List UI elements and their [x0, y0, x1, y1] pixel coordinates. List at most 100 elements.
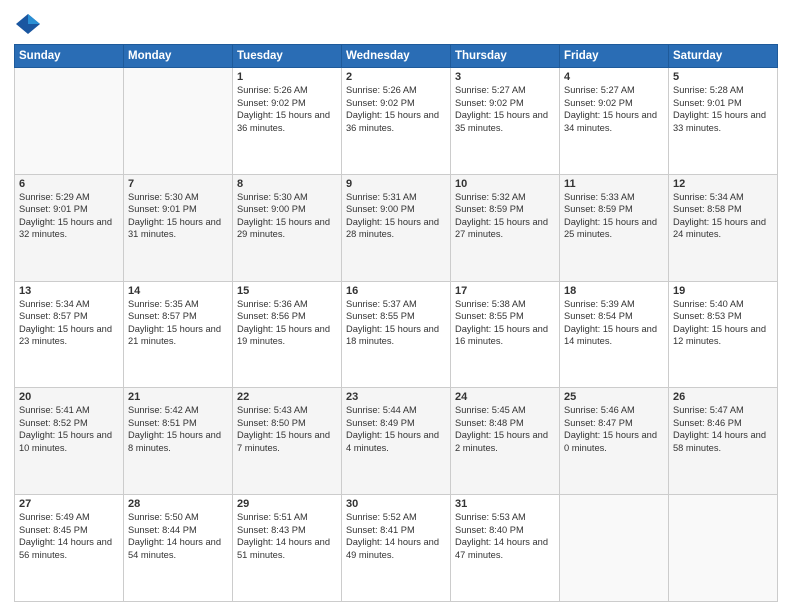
cell-info: Sunrise: 5:49 AMSunset: 8:45 PMDaylight:…: [19, 511, 119, 561]
cell-info: Sunrise: 5:40 AMSunset: 8:53 PMDaylight:…: [673, 298, 773, 348]
cell-info: Sunrise: 5:26 AMSunset: 9:02 PMDaylight:…: [237, 84, 337, 134]
cell-info: Sunrise: 5:34 AMSunset: 8:58 PMDaylight:…: [673, 191, 773, 241]
cell-info: Sunrise: 5:36 AMSunset: 8:56 PMDaylight:…: [237, 298, 337, 348]
cell-info: Sunrise: 5:34 AMSunset: 8:57 PMDaylight:…: [19, 298, 119, 348]
day-number: 3: [455, 71, 555, 83]
day-number: 27: [19, 498, 119, 510]
cell-info: Sunrise: 5:46 AMSunset: 8:47 PMDaylight:…: [564, 404, 664, 454]
calendar-cell: 15Sunrise: 5:36 AMSunset: 8:56 PMDayligh…: [233, 281, 342, 388]
calendar-cell: 20Sunrise: 5:41 AMSunset: 8:52 PMDayligh…: [15, 388, 124, 495]
cell-info: Sunrise: 5:52 AMSunset: 8:41 PMDaylight:…: [346, 511, 446, 561]
day-number: 18: [564, 285, 664, 297]
calendar-cell: 6Sunrise: 5:29 AMSunset: 9:01 PMDaylight…: [15, 174, 124, 281]
calendar-cell: 30Sunrise: 5:52 AMSunset: 8:41 PMDayligh…: [342, 495, 451, 602]
day-number: 14: [128, 285, 228, 297]
cell-info: Sunrise: 5:27 AMSunset: 9:02 PMDaylight:…: [455, 84, 555, 134]
day-number: 16: [346, 285, 446, 297]
day-number: 10: [455, 178, 555, 190]
day-number: 8: [237, 178, 337, 190]
day-number: 9: [346, 178, 446, 190]
day-number: 5: [673, 71, 773, 83]
cell-info: Sunrise: 5:26 AMSunset: 9:02 PMDaylight:…: [346, 84, 446, 134]
cell-info: Sunrise: 5:50 AMSunset: 8:44 PMDaylight:…: [128, 511, 228, 561]
day-number: 17: [455, 285, 555, 297]
page: SundayMondayTuesdayWednesdayThursdayFrid…: [0, 0, 792, 612]
calendar-cell: 25Sunrise: 5:46 AMSunset: 8:47 PMDayligh…: [560, 388, 669, 495]
calendar-week-5: 27Sunrise: 5:49 AMSunset: 8:45 PMDayligh…: [15, 495, 778, 602]
calendar-cell: [560, 495, 669, 602]
cell-info: Sunrise: 5:35 AMSunset: 8:57 PMDaylight:…: [128, 298, 228, 348]
cell-info: Sunrise: 5:51 AMSunset: 8:43 PMDaylight:…: [237, 511, 337, 561]
calendar-cell: 21Sunrise: 5:42 AMSunset: 8:51 PMDayligh…: [124, 388, 233, 495]
day-number: 21: [128, 391, 228, 403]
cell-info: Sunrise: 5:37 AMSunset: 8:55 PMDaylight:…: [346, 298, 446, 348]
calendar-cell: 9Sunrise: 5:31 AMSunset: 9:00 PMDaylight…: [342, 174, 451, 281]
cell-info: Sunrise: 5:33 AMSunset: 8:59 PMDaylight:…: [564, 191, 664, 241]
weekday-header-sunday: Sunday: [15, 45, 124, 68]
cell-info: Sunrise: 5:31 AMSunset: 9:00 PMDaylight:…: [346, 191, 446, 241]
day-number: 23: [346, 391, 446, 403]
day-number: 2: [346, 71, 446, 83]
cell-info: Sunrise: 5:28 AMSunset: 9:01 PMDaylight:…: [673, 84, 773, 134]
calendar-cell: [669, 495, 778, 602]
day-number: 20: [19, 391, 119, 403]
calendar-cell: 18Sunrise: 5:39 AMSunset: 8:54 PMDayligh…: [560, 281, 669, 388]
calendar-cell: 10Sunrise: 5:32 AMSunset: 8:59 PMDayligh…: [451, 174, 560, 281]
cell-info: Sunrise: 5:32 AMSunset: 8:59 PMDaylight:…: [455, 191, 555, 241]
cell-info: Sunrise: 5:47 AMSunset: 8:46 PMDaylight:…: [673, 404, 773, 454]
logo-icon: [14, 10, 42, 38]
calendar-cell: 16Sunrise: 5:37 AMSunset: 8:55 PMDayligh…: [342, 281, 451, 388]
calendar-cell: 19Sunrise: 5:40 AMSunset: 8:53 PMDayligh…: [669, 281, 778, 388]
cell-info: Sunrise: 5:42 AMSunset: 8:51 PMDaylight:…: [128, 404, 228, 454]
cell-info: Sunrise: 5:43 AMSunset: 8:50 PMDaylight:…: [237, 404, 337, 454]
day-number: 15: [237, 285, 337, 297]
cell-info: Sunrise: 5:29 AMSunset: 9:01 PMDaylight:…: [19, 191, 119, 241]
logo: [14, 10, 46, 38]
cell-info: Sunrise: 5:38 AMSunset: 8:55 PMDaylight:…: [455, 298, 555, 348]
day-number: 30: [346, 498, 446, 510]
day-number: 19: [673, 285, 773, 297]
weekday-header-row: SundayMondayTuesdayWednesdayThursdayFrid…: [15, 45, 778, 68]
day-number: 6: [19, 178, 119, 190]
day-number: 28: [128, 498, 228, 510]
day-number: 12: [673, 178, 773, 190]
calendar-cell: 31Sunrise: 5:53 AMSunset: 8:40 PMDayligh…: [451, 495, 560, 602]
calendar-cell: 2Sunrise: 5:26 AMSunset: 9:02 PMDaylight…: [342, 68, 451, 175]
calendar-cell: 28Sunrise: 5:50 AMSunset: 8:44 PMDayligh…: [124, 495, 233, 602]
calendar-cell: 4Sunrise: 5:27 AMSunset: 9:02 PMDaylight…: [560, 68, 669, 175]
calendar-week-1: 1Sunrise: 5:26 AMSunset: 9:02 PMDaylight…: [15, 68, 778, 175]
calendar-cell: 29Sunrise: 5:51 AMSunset: 8:43 PMDayligh…: [233, 495, 342, 602]
calendar-cell: 12Sunrise: 5:34 AMSunset: 8:58 PMDayligh…: [669, 174, 778, 281]
day-number: 7: [128, 178, 228, 190]
calendar-cell: 24Sunrise: 5:45 AMSunset: 8:48 PMDayligh…: [451, 388, 560, 495]
cell-info: Sunrise: 5:39 AMSunset: 8:54 PMDaylight:…: [564, 298, 664, 348]
calendar-cell: 22Sunrise: 5:43 AMSunset: 8:50 PMDayligh…: [233, 388, 342, 495]
weekday-header-friday: Friday: [560, 45, 669, 68]
day-number: 24: [455, 391, 555, 403]
calendar-week-2: 6Sunrise: 5:29 AMSunset: 9:01 PMDaylight…: [15, 174, 778, 281]
cell-info: Sunrise: 5:27 AMSunset: 9:02 PMDaylight:…: [564, 84, 664, 134]
cell-info: Sunrise: 5:30 AMSunset: 9:01 PMDaylight:…: [128, 191, 228, 241]
calendar-cell: 17Sunrise: 5:38 AMSunset: 8:55 PMDayligh…: [451, 281, 560, 388]
day-number: 11: [564, 178, 664, 190]
day-number: 13: [19, 285, 119, 297]
calendar-table: SundayMondayTuesdayWednesdayThursdayFrid…: [14, 44, 778, 602]
calendar-cell: 13Sunrise: 5:34 AMSunset: 8:57 PMDayligh…: [15, 281, 124, 388]
calendar-cell: 23Sunrise: 5:44 AMSunset: 8:49 PMDayligh…: [342, 388, 451, 495]
cell-info: Sunrise: 5:53 AMSunset: 8:40 PMDaylight:…: [455, 511, 555, 561]
calendar-week-4: 20Sunrise: 5:41 AMSunset: 8:52 PMDayligh…: [15, 388, 778, 495]
day-number: 25: [564, 391, 664, 403]
day-number: 4: [564, 71, 664, 83]
calendar-cell: [15, 68, 124, 175]
header: [14, 10, 778, 38]
calendar-cell: 7Sunrise: 5:30 AMSunset: 9:01 PMDaylight…: [124, 174, 233, 281]
weekday-header-monday: Monday: [124, 45, 233, 68]
calendar-cell: 8Sunrise: 5:30 AMSunset: 9:00 PMDaylight…: [233, 174, 342, 281]
cell-info: Sunrise: 5:45 AMSunset: 8:48 PMDaylight:…: [455, 404, 555, 454]
day-number: 26: [673, 391, 773, 403]
day-number: 22: [237, 391, 337, 403]
calendar-cell: [124, 68, 233, 175]
day-number: 1: [237, 71, 337, 83]
calendar-cell: 5Sunrise: 5:28 AMSunset: 9:01 PMDaylight…: [669, 68, 778, 175]
weekday-header-wednesday: Wednesday: [342, 45, 451, 68]
